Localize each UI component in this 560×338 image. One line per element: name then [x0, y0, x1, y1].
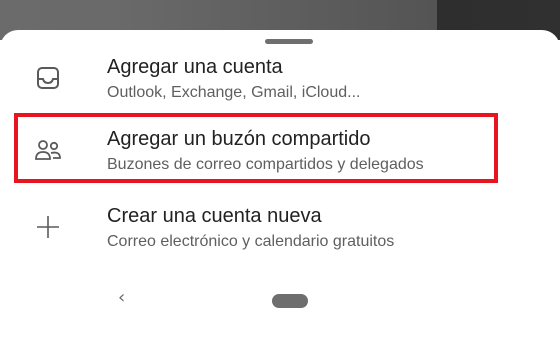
- screen: Agregar una cuenta Outlook, Exchange, Gm…: [0, 0, 560, 338]
- add-account-title: Agregar una cuenta: [107, 56, 283, 78]
- home-nav-pill[interactable]: [272, 294, 308, 308]
- create-account-subtitle: Correo electrónico y calendario gratuito…: [107, 233, 395, 250]
- inbox-icon: [34, 64, 62, 92]
- add-account-option[interactable]: Agregar una cuenta Outlook, Exchange, Gm…: [0, 46, 560, 110]
- highlight-box: [14, 113, 498, 183]
- plus-icon: [34, 213, 62, 241]
- create-account-title: Crear una cuenta nueva: [107, 205, 322, 227]
- sheet-drag-handle[interactable]: [265, 39, 313, 44]
- back-nav-icon[interactable]: ‹: [118, 287, 125, 308]
- create-account-option[interactable]: Crear una cuenta nueva Correo electrónic…: [0, 195, 560, 259]
- add-account-subtitle: Outlook, Exchange, Gmail, iCloud...: [107, 84, 361, 101]
